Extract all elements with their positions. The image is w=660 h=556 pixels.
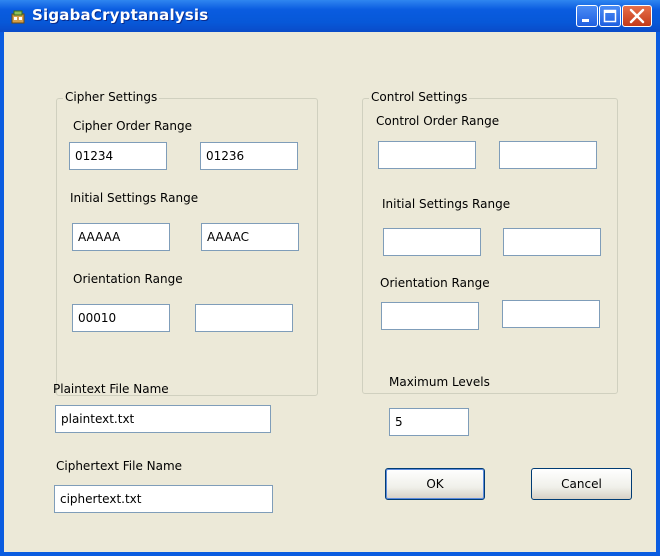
cipher-orientation-from-input[interactable] <box>72 304 170 332</box>
control-settings-title: Control Settings <box>369 90 470 104</box>
maximum-levels-input[interactable] <box>389 408 469 436</box>
close-button[interactable] <box>622 5 652 27</box>
maximize-button[interactable] <box>599 5 621 27</box>
cipher-initial-from-input[interactable] <box>72 223 170 251</box>
cipher-orientation-label: Orientation Range <box>73 272 183 286</box>
control-orientation-to-input[interactable] <box>502 300 600 328</box>
cipher-orientation-to-input[interactable] <box>195 304 293 332</box>
ciphertext-file-label: Ciphertext File Name <box>56 459 183 473</box>
cipher-initial-to-input[interactable] <box>201 223 299 251</box>
app-window: SigabaCryptanalysis Cipher Settings Ciph… <box>0 0 660 556</box>
control-initial-settings-label: Initial Settings Range <box>382 197 511 211</box>
control-initial-to-input[interactable] <box>503 228 601 256</box>
cipher-order-label: Cipher Order Range <box>73 119 193 133</box>
cipher-order-to-input[interactable] <box>200 142 298 170</box>
app-icon <box>10 9 26 25</box>
control-order-to-input[interactable] <box>499 141 597 169</box>
control-orientation-label: Orientation Range <box>380 276 490 290</box>
window-title: SigabaCryptanalysis <box>32 6 209 24</box>
control-orientation-from-input[interactable] <box>381 302 479 330</box>
maximize-icon <box>603 9 617 23</box>
dialog-client-area: Cipher Settings Cipher Order Range Initi… <box>4 32 656 552</box>
cipher-order-from-input[interactable] <box>69 142 167 170</box>
cipher-settings-title: Cipher Settings <box>63 90 160 104</box>
close-icon <box>629 8 645 24</box>
title-bar[interactable]: SigabaCryptanalysis <box>0 0 660 32</box>
control-order-from-input[interactable] <box>378 141 476 169</box>
plaintext-file-input[interactable] <box>55 405 271 433</box>
minimize-icon <box>582 19 589 22</box>
cancel-button[interactable]: Cancel <box>531 468 632 500</box>
maximum-levels-label: Maximum Levels <box>389 375 490 389</box>
ok-button[interactable]: OK <box>385 468 485 500</box>
plaintext-file-label: Plaintext File Name <box>53 382 169 396</box>
cipher-initial-settings-label: Initial Settings Range <box>70 191 199 205</box>
control-order-label: Control Order Range <box>376 114 500 128</box>
ciphertext-file-input[interactable] <box>54 485 273 513</box>
control-initial-from-input[interactable] <box>383 228 481 256</box>
minimize-button[interactable] <box>576 5 598 27</box>
